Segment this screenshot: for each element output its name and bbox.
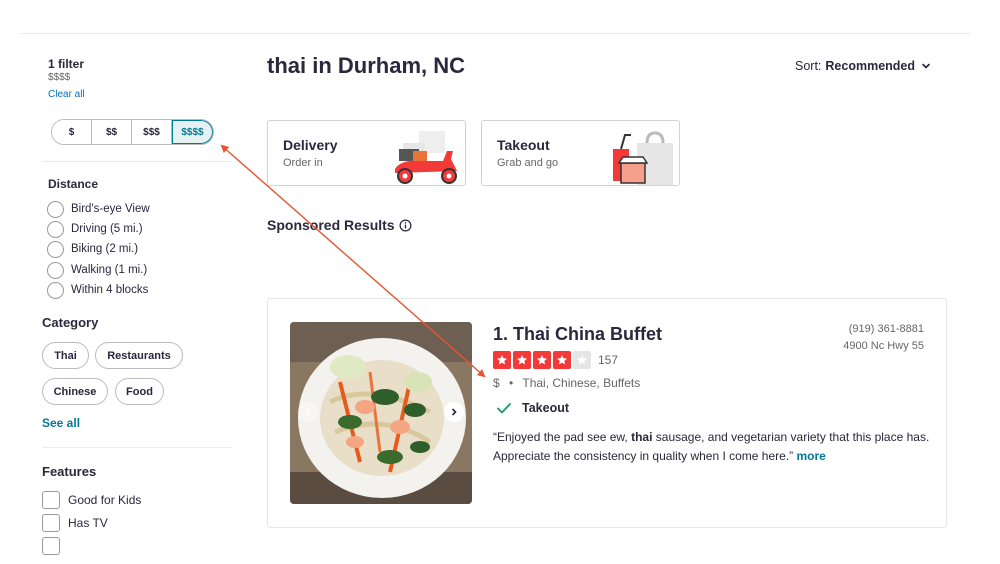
business-photo[interactable] bbox=[290, 322, 472, 504]
sort-value: Recommended bbox=[825, 59, 916, 73]
radio-button[interactable] bbox=[47, 200, 64, 218]
business-address: 4900 Nc Hwy 55 bbox=[843, 340, 924, 352]
distance-option-within-blocks[interactable]: Within 4 blocks bbox=[47, 281, 148, 299]
delivery-subtitle: Order in bbox=[283, 157, 323, 169]
radio-button[interactable] bbox=[47, 220, 64, 238]
category-chip-restaurants[interactable]: Restaurants bbox=[95, 342, 183, 369]
more-link[interactable]: more bbox=[797, 449, 826, 463]
clear-all-link[interactable]: Clear all bbox=[48, 89, 85, 100]
takeout-title: Takeout bbox=[497, 137, 550, 153]
star-rating bbox=[493, 351, 591, 369]
feature-next-partial[interactable] bbox=[42, 537, 68, 555]
features-title: Features bbox=[42, 464, 97, 479]
business-name-link[interactable]: 1. Thai China Buffet bbox=[493, 324, 662, 345]
price-option-4-selected[interactable]: $$$$ bbox=[172, 120, 213, 144]
business-meta: $ • Thai, Chinese, Buffets bbox=[493, 376, 640, 390]
delivery-title: Delivery bbox=[283, 137, 338, 153]
distance-option-driving[interactable]: Driving (5 mi.) bbox=[47, 220, 143, 238]
info-icon[interactable] bbox=[399, 219, 412, 232]
search-result-card[interactable]: 1. Thai China Buffet (919) 361-8881 4900… bbox=[267, 298, 947, 528]
radio-button[interactable] bbox=[47, 261, 64, 279]
category-chip-thai[interactable]: Thai bbox=[42, 342, 89, 369]
checkbox[interactable] bbox=[42, 514, 60, 532]
price-option-2[interactable]: $$ bbox=[92, 120, 132, 144]
scooter-illustration-icon bbox=[395, 131, 457, 184]
star-filled-icon bbox=[493, 351, 511, 369]
see-all-categories-link[interactable]: See all bbox=[42, 416, 80, 430]
sponsored-results-heading: Sponsored Results bbox=[267, 217, 412, 233]
page-title: thai in Durham, NC bbox=[267, 53, 466, 78]
checkbox-label: Has TV bbox=[68, 516, 108, 530]
snippet-text-start: “Enjoyed the pad see ew, bbox=[493, 430, 632, 444]
price-option-1[interactable]: $ bbox=[52, 120, 92, 144]
checkbox[interactable] bbox=[42, 537, 60, 555]
distance-option-walking[interactable]: Walking (1 mi.) bbox=[47, 261, 147, 279]
carousel-next-button[interactable] bbox=[444, 402, 464, 422]
business-categories[interactable]: Thai, Chinese, Buffets bbox=[522, 376, 640, 390]
distance-option-birds-eye[interactable]: Bird's-eye View bbox=[47, 200, 150, 218]
takeout-label: Takeout bbox=[522, 401, 569, 415]
carousel-prev-button[interactable] bbox=[298, 402, 318, 422]
active-filter-value: $$$$ bbox=[48, 72, 71, 83]
sidebar-divider bbox=[42, 447, 232, 448]
feature-has-tv[interactable]: Has TV bbox=[42, 514, 108, 532]
chevron-left-icon bbox=[305, 408, 311, 416]
distance-option-biking[interactable]: Biking (2 mi.) bbox=[47, 240, 138, 258]
delivery-card[interactable]: Delivery Order in bbox=[267, 120, 466, 186]
price-filter-group: $ $$ $$$ $$$$ bbox=[51, 119, 214, 145]
chevron-right-icon bbox=[451, 408, 457, 416]
business-phone: (919) 361-8881 bbox=[848, 323, 924, 335]
category-chip-food[interactable]: Food bbox=[115, 378, 164, 405]
checkbox[interactable] bbox=[42, 491, 60, 509]
radio-button[interactable] bbox=[47, 281, 64, 299]
takeout-bag-illustration-icon bbox=[613, 131, 673, 185]
star-filled-icon bbox=[553, 351, 571, 369]
sponsored-label: Sponsored Results bbox=[267, 217, 395, 233]
star-filled-icon bbox=[513, 351, 531, 369]
chevron-down-icon bbox=[922, 63, 930, 69]
filter-count: 1 filter bbox=[48, 57, 85, 71]
price-option-3[interactable]: $$$ bbox=[132, 120, 172, 144]
price-range: $ bbox=[493, 376, 500, 390]
radio-label: Walking (1 mi.) bbox=[71, 264, 148, 276]
radio-label: Biking (2 mi.) bbox=[71, 243, 139, 255]
radio-button[interactable] bbox=[47, 240, 64, 258]
star-filled-icon bbox=[533, 351, 551, 369]
filter-sidebar: 1 filter $$$$ Clear all $ $$ $$$ $$$$ Di… bbox=[0, 0, 240, 564]
takeout-subtitle: Grab and go bbox=[497, 157, 559, 169]
radio-label: Within 4 blocks bbox=[71, 284, 149, 296]
category-title: Category bbox=[42, 315, 99, 330]
distance-title: Distance bbox=[48, 177, 99, 191]
radio-label: Bird's-eye View bbox=[71, 203, 150, 215]
category-chip-chinese[interactable]: Chinese bbox=[42, 378, 108, 405]
radio-label: Driving (5 mi.) bbox=[71, 223, 143, 235]
takeout-availability: Takeout bbox=[496, 400, 569, 416]
star-empty-icon bbox=[573, 351, 591, 369]
review-count[interactable]: 157 bbox=[598, 353, 618, 367]
takeout-card[interactable]: Takeout Grab and go bbox=[481, 120, 680, 186]
sidebar-divider bbox=[42, 161, 232, 162]
sort-label: Sort: bbox=[795, 59, 822, 73]
checkbox-label: Good for Kids bbox=[68, 493, 142, 507]
feature-good-for-kids[interactable]: Good for Kids bbox=[42, 491, 141, 509]
checkmark-icon bbox=[497, 403, 511, 414]
sort-dropdown[interactable]: Sort: Recommended bbox=[795, 59, 931, 73]
snippet-highlight: thai bbox=[631, 430, 653, 444]
review-snippet: “Enjoyed the pad see ew, thai sausage, a… bbox=[493, 428, 933, 466]
separator-dot: • bbox=[509, 376, 514, 390]
